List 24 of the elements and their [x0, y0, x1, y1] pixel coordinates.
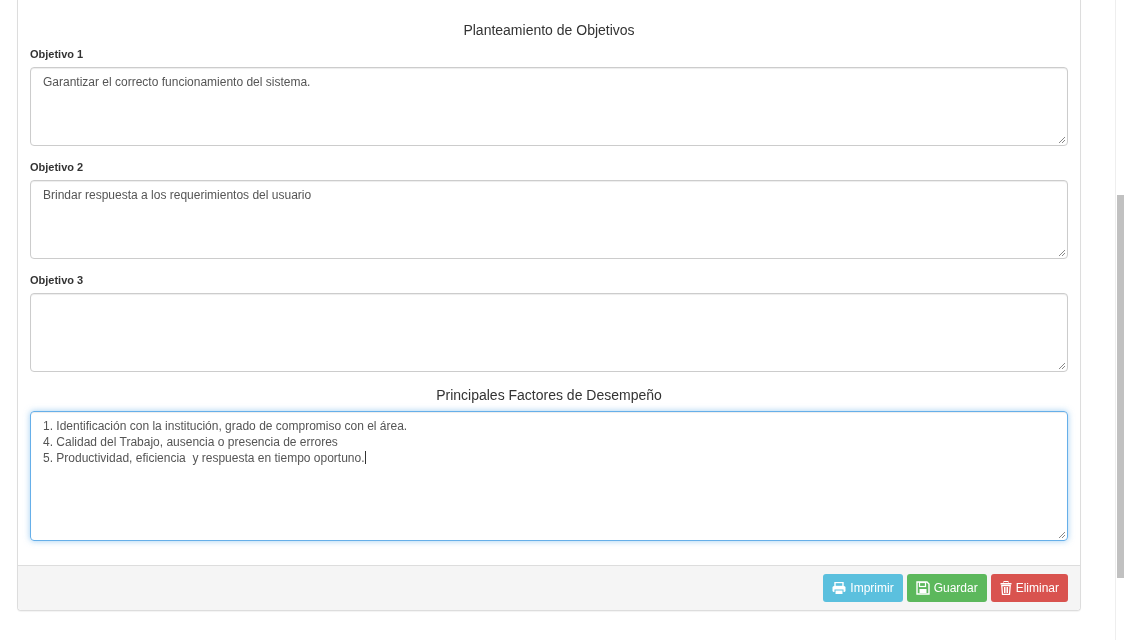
text-line: 1. Identificación con la institución, grado de compromiso con el área.	[43, 418, 409, 434]
scrollbar-thumb[interactable]	[1117, 195, 1124, 578]
section-heading: Planteamiento de Objetivos	[462, 22, 636, 38]
text-area[interactable]	[30, 293, 1068, 372]
resize-grip-icon	[1058, 136, 1065, 143]
text-line: Brindar respuesta a los requerimientos del usuario	[43, 187, 313, 203]
field-label: Objetivo 1	[30, 48, 85, 60]
text-cursor	[364, 451, 366, 464]
text-area[interactable]: Brindar respuesta a los requerimientos del usuario	[30, 180, 1068, 259]
resize-grip-icon	[1058, 249, 1065, 256]
scrollbar[interactable]	[1115, 0, 1124, 640]
text-area[interactable]: Garantizar el correcto funcionamiento del sistema.	[30, 67, 1068, 146]
resize-grip-icon	[1058, 362, 1065, 369]
text-line: 5. Productividad, eficiencia y respuesta en tiempo oportuno.	[43, 450, 367, 466]
section-heading: Principales Factores de Desempeño	[435, 387, 663, 403]
field-label: Objetivo 2	[30, 161, 85, 173]
printer-icon	[832, 581, 847, 595]
delete-button[interactable]: Eliminar	[990, 574, 1068, 602]
trash-icon	[999, 581, 1012, 595]
text-area[interactable]: 1. Identificación con la institución, grado de compromiso con el área. 4. Calidad del Trabajo, ausencia o presencia de errores 5. Productividad, eficiencia y respuesta en tiempo oportuno.	[30, 411, 1068, 541]
text-line: Garantizar el correcto funcionamiento del sistema.	[43, 74, 312, 90]
field-label: Objetivo 3	[30, 274, 85, 286]
text-line: 4. Calidad del Trabajo, ausencia o presencia de errores	[43, 434, 339, 450]
resize-grip-icon	[1058, 531, 1065, 538]
